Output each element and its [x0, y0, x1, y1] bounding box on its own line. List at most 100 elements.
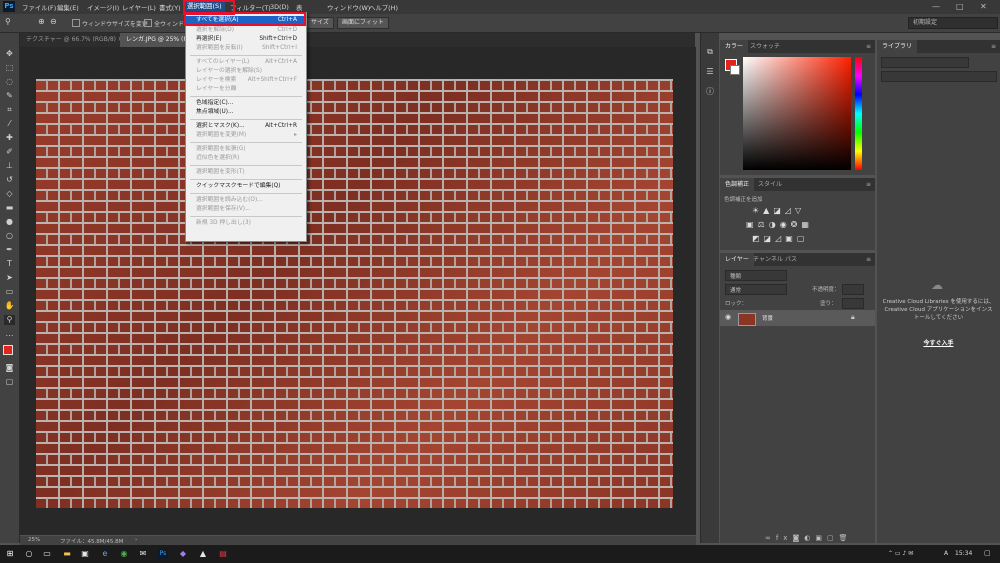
- resize-windows-checkbox[interactable]: ウィンドウサイズを変更: [72, 19, 148, 28]
- hue-slider[interactable]: [855, 57, 862, 170]
- menu-item-isolate-layers[interactable]: レイヤーを分離: [186, 85, 306, 94]
- type-tool-icon[interactable]: T: [4, 259, 15, 269]
- library-select[interactable]: [881, 57, 969, 68]
- properties-icon[interactable]: ☰: [705, 67, 715, 77]
- tab-color[interactable]: カラー: [720, 40, 749, 53]
- menu-item-color-range[interactable]: 色域指定(C)...: [186, 99, 306, 108]
- menu-image[interactable]: イメージ(I): [87, 3, 119, 12]
- blend-mode-select[interactable]: 通常: [725, 284, 787, 295]
- tray-icons[interactable]: ⌃ ▭ ♪ ✉: [888, 550, 913, 557]
- adjustment-icons-row-3[interactable]: ◩◪◿▣▢: [752, 234, 808, 243]
- maximize-icon[interactable]: □: [956, 2, 964, 11]
- path-select-icon[interactable]: ➤: [4, 273, 15, 283]
- workspace-select[interactable]: 初期設定: [908, 17, 998, 29]
- tab-libraries[interactable]: ライブラリ: [877, 40, 918, 53]
- file-explorer-icon[interactable]: ▬: [62, 549, 72, 559]
- acrobat-icon[interactable]: ▤: [218, 549, 228, 559]
- notifications-icon[interactable]: ▢: [984, 549, 991, 557]
- history-brush-icon[interactable]: ↺: [4, 175, 15, 185]
- fit-screen-button[interactable]: 画面にフィット: [337, 17, 389, 29]
- menu-item-save-selection[interactable]: 選択範囲を保存(V)...: [186, 205, 306, 214]
- tab-adjustments[interactable]: 色調補正: [720, 178, 755, 191]
- quick-mask-icon[interactable]: ◙: [4, 363, 15, 373]
- search-icon[interactable]: ○: [24, 549, 34, 559]
- edge-icon[interactable]: e: [100, 549, 110, 559]
- panel-menu-icon[interactable]: ≡: [866, 181, 871, 188]
- hand-tool-icon[interactable]: ✋: [4, 301, 15, 311]
- zoom-in-icon[interactable]: ⊕: [38, 17, 45, 26]
- menu-edit[interactable]: 編集(E): [57, 3, 79, 12]
- brush-tool-icon[interactable]: ✐: [4, 147, 15, 157]
- menu-3d[interactable]: 3D(D): [270, 3, 289, 11]
- panel-menu-icon[interactable]: ≡: [866, 256, 871, 263]
- opacity-field[interactable]: [842, 284, 864, 295]
- shape-tool-icon[interactable]: ▭: [4, 287, 15, 297]
- adjustment-icons-row-1[interactable]: ☀▲◪◿▽: [752, 206, 805, 215]
- info-icon[interactable]: ⓘ: [705, 87, 715, 97]
- eraser-tool-icon[interactable]: ◇: [4, 189, 15, 199]
- menu-item-deselect-layers[interactable]: レイヤーの選択を解除(S): [186, 67, 306, 76]
- tab-styles[interactable]: スタイル: [753, 178, 787, 191]
- foreground-color-swatch[interactable]: [3, 345, 13, 355]
- menu-help[interactable]: ヘルプ(H): [369, 3, 398, 12]
- crop-tool-icon[interactable]: ⌗: [4, 105, 15, 115]
- blur-tool-icon[interactable]: ●: [4, 217, 15, 227]
- windows-start-icon[interactable]: ⊞: [5, 549, 15, 559]
- menu-item-similar[interactable]: 近似色を選択(R): [186, 154, 306, 163]
- layer-row[interactable]: ◉ 背景 🔒︎: [720, 310, 875, 326]
- eyedropper-tool-icon[interactable]: ⁄: [4, 119, 15, 129]
- pen-tool-icon[interactable]: ✒: [4, 245, 15, 255]
- mail-icon[interactable]: ✉: [138, 549, 148, 559]
- tab-texture[interactable]: テクスチャー @ 66.7% (RGB/8) ✕: [20, 33, 129, 47]
- get-it-now-link[interactable]: 今すぐ入手: [877, 338, 1000, 347]
- history-icon[interactable]: ⧉: [705, 47, 715, 57]
- panel-menu-icon[interactable]: ≡: [866, 43, 871, 50]
- background-color-swatch[interactable]: [730, 65, 740, 75]
- more-tools-icon[interactable]: …: [4, 329, 15, 339]
- task-view-icon[interactable]: ▭: [42, 549, 52, 559]
- menu-item-load-selection[interactable]: 選択範囲を読み込む(O)...: [186, 196, 306, 205]
- menu-window[interactable]: ウィンドウ(W): [327, 3, 370, 12]
- visual-studio-icon[interactable]: ◆: [178, 549, 188, 559]
- menu-item-3d-extrusion[interactable]: 新規 3D 押し出し(3): [186, 219, 306, 228]
- app-icon[interactable]: ▲: [198, 549, 208, 559]
- menu-view[interactable]: 表: [296, 3, 302, 12]
- gradient-tool-icon[interactable]: ▬: [4, 203, 15, 213]
- menu-item-find-layers[interactable]: レイヤーを検索 Alt+Shift+Ctrl+F: [186, 76, 306, 85]
- stamp-tool-icon[interactable]: ⊥: [4, 161, 15, 171]
- healing-tool-icon[interactable]: ✚: [4, 133, 15, 143]
- close-icon[interactable]: ✕: [980, 2, 987, 11]
- zoom-tool-icon[interactable]: ⚲: [5, 17, 11, 26]
- menu-filter[interactable]: フィルター(T): [230, 3, 271, 12]
- chrome-icon[interactable]: ◉: [119, 549, 129, 559]
- menu-item-deselect[interactable]: 選択を解除(D) Ctrl+D: [186, 26, 306, 35]
- screen-mode-icon[interactable]: ▢: [4, 377, 15, 387]
- menu-item-inverse[interactable]: 選択範囲を反転(I) Shift+Ctrl+I: [186, 44, 306, 53]
- zoom-tool-icon[interactable]: ⚲: [4, 315, 15, 325]
- panel-menu-icon[interactable]: ≡: [991, 43, 996, 50]
- marquee-tool-icon[interactable]: ⬚: [4, 63, 15, 73]
- menu-item-grow[interactable]: 選択範囲を拡張(G): [186, 145, 306, 154]
- menu-layer[interactable]: レイヤー(L): [122, 3, 156, 12]
- layer-actions-bar[interactable]: ∞fx◙◐▣▢🗑︎: [765, 534, 852, 542]
- menu-file[interactable]: ファイル(F): [22, 3, 56, 12]
- store-icon[interactable]: ▣: [80, 549, 90, 559]
- move-tool-icon[interactable]: ✥: [4, 49, 15, 59]
- menu-item-all-layers[interactable]: すべてのレイヤー(L) Alt+Ctrl+A: [186, 58, 306, 67]
- dodge-tool-icon[interactable]: ○: [4, 231, 15, 241]
- tab-swatches[interactable]: スウォッチ: [745, 40, 785, 53]
- menu-item-quick-mask[interactable]: クイックマスクモードで編集(Q): [186, 182, 306, 191]
- library-search-input[interactable]: [881, 71, 997, 82]
- tab-paths[interactable]: パス: [780, 253, 802, 266]
- zoom-out-icon[interactable]: ⊖: [50, 17, 57, 26]
- fit-size-button[interactable]: サイズ: [306, 17, 334, 29]
- adjustment-icons-row-2[interactable]: ▣⚖◑◉❂▦: [746, 220, 813, 229]
- menu-type[interactable]: 書式(Y): [159, 3, 181, 12]
- brick-image-canvas[interactable]: [36, 79, 673, 508]
- minimize-icon[interactable]: —: [932, 2, 940, 11]
- visibility-eye-icon[interactable]: ◉: [725, 313, 731, 321]
- photoshop-taskbar-icon[interactable]: Ps: [158, 549, 168, 559]
- input-language[interactable]: A: [944, 550, 948, 557]
- menu-item-transform-selection[interactable]: 選択範囲を変形(T): [186, 168, 306, 177]
- layer-filter-select[interactable]: 種類: [725, 270, 787, 281]
